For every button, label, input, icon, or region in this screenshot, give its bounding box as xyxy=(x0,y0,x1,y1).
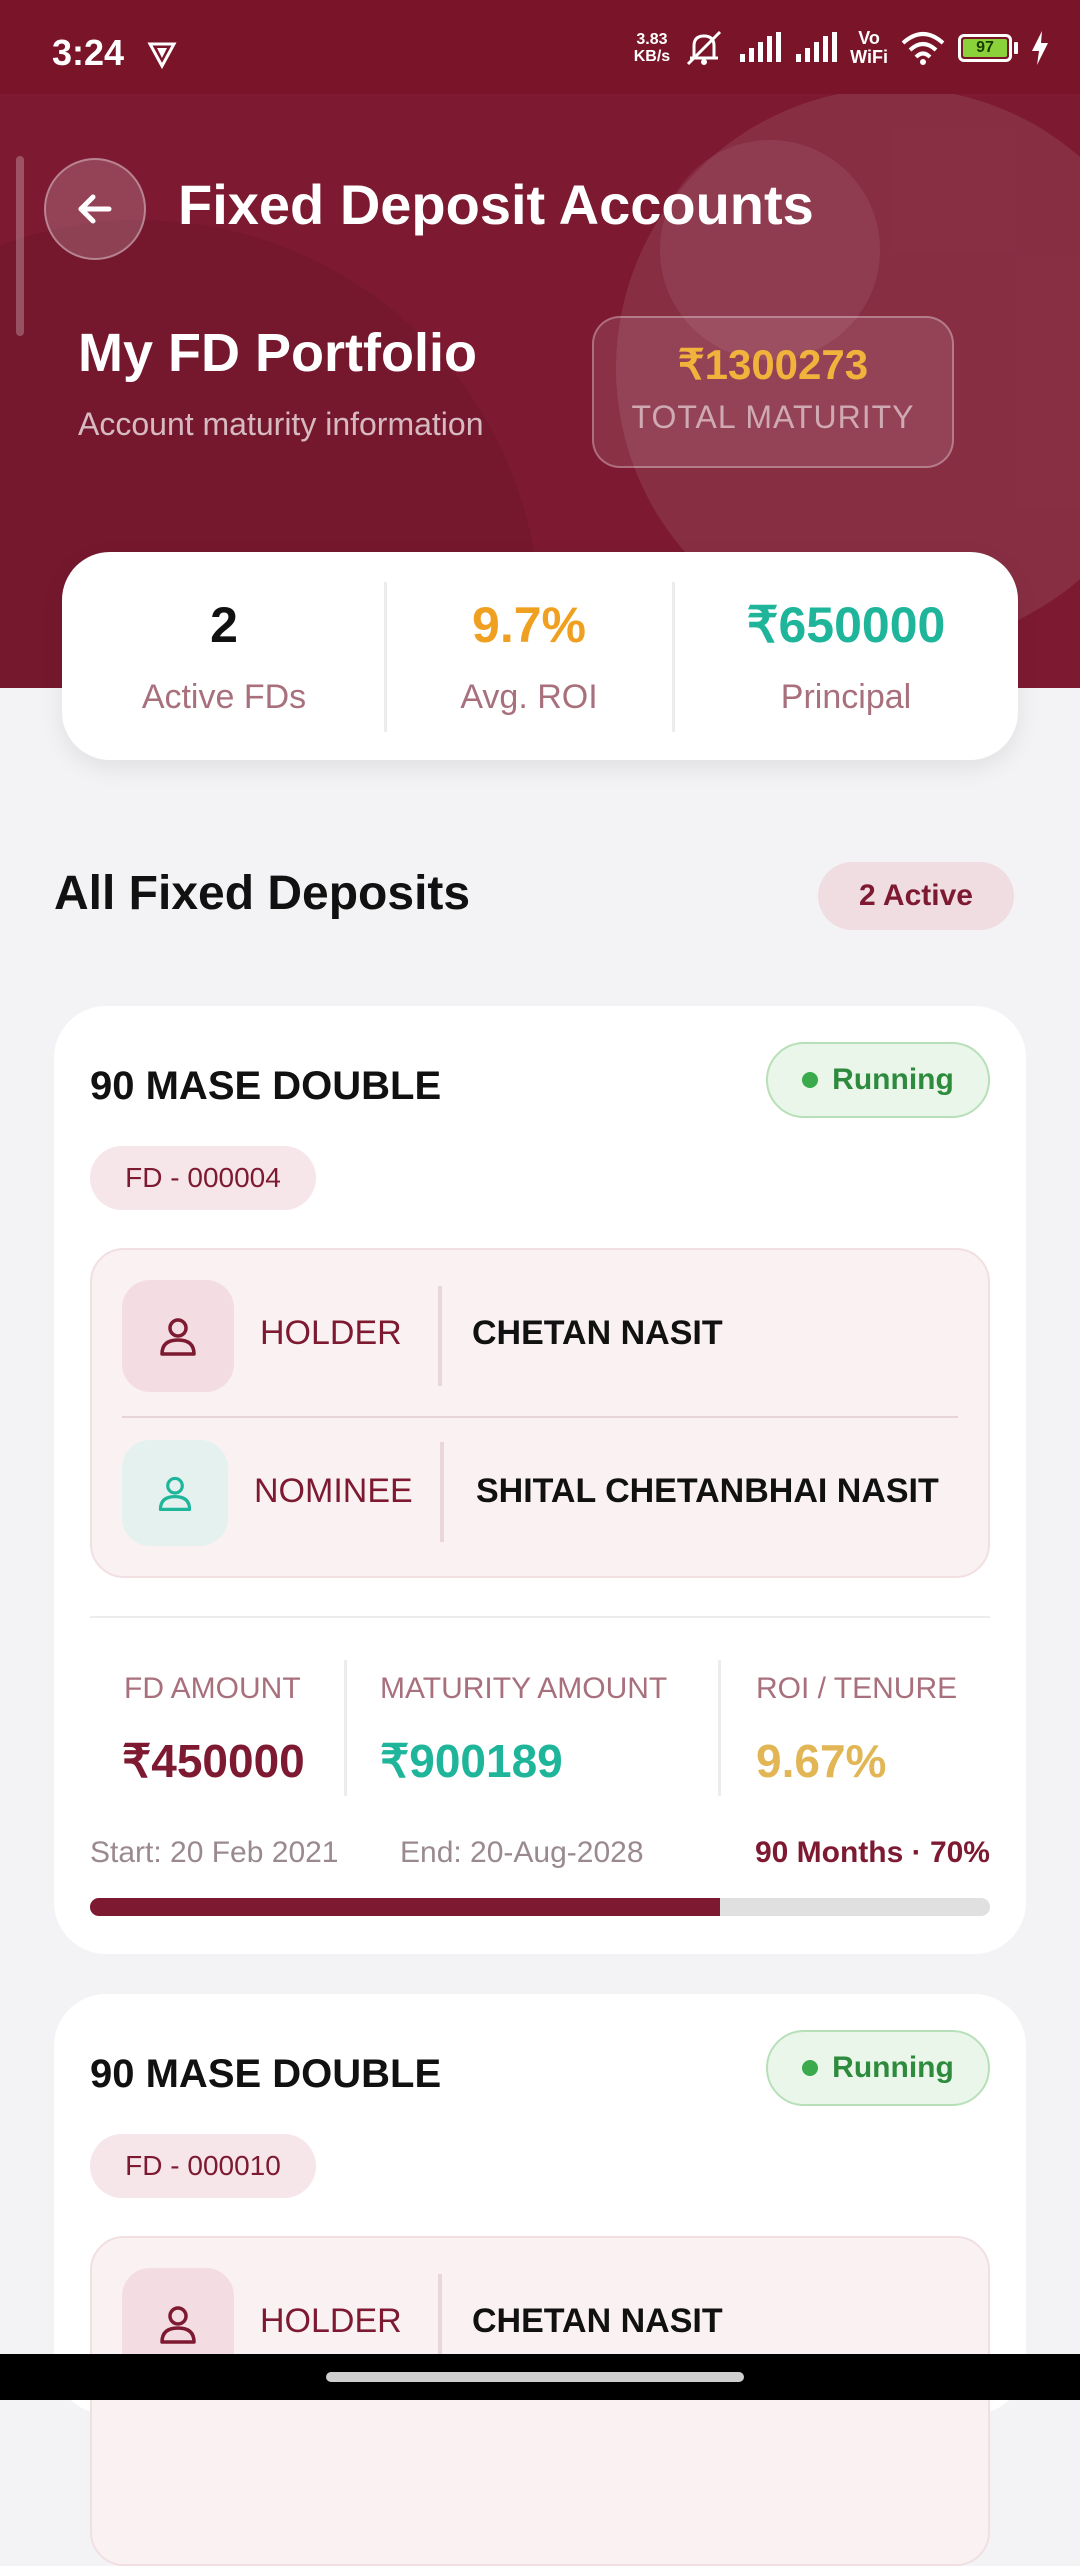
holder-label: HOLDER xyxy=(260,2302,402,2340)
nominee-name: SHITAL CHETANBHAI NASIT xyxy=(476,1472,939,1510)
portfolio-title: My FD Portfolio xyxy=(78,323,477,383)
status-dot xyxy=(802,1072,819,1088)
net-speed: 3.83 KB/s xyxy=(634,31,670,65)
nominee-label: NOMINEE xyxy=(254,1472,413,1510)
maturity-amount-value: ₹900189 xyxy=(380,1735,563,1787)
roi-tenure-label: ROI / TENURE xyxy=(756,1672,958,1705)
stat-avg-roi: 9.7% Avg. ROI xyxy=(386,552,672,760)
status-bar: 3:24 3.83 KB/s Vo WiFi 97 xyxy=(0,0,1080,94)
vowifi-top: Vo xyxy=(858,28,880,48)
holder-name: CHETAN NASIT xyxy=(472,1314,723,1352)
stat-principal-label: Principal xyxy=(780,678,912,716)
nominee-icon-box xyxy=(122,1440,228,1546)
holder-divider xyxy=(438,1286,442,1386)
vowifi-bottom: WiFi xyxy=(850,47,888,67)
people-box: HOLDER CHETAN NASIT NOMINEE SHITAL CHETA… xyxy=(90,1248,990,1578)
person-icon xyxy=(158,1476,192,1511)
status-dot xyxy=(802,2060,819,2076)
net-speed-unit: KB/s xyxy=(633,48,671,65)
fd-id-badge: FD - 000004 xyxy=(90,1146,316,1210)
stat-active-label: Active FDs xyxy=(141,678,307,716)
shield-icon xyxy=(147,42,177,70)
maturity-progress-fill xyxy=(90,1898,720,1916)
amount-divider xyxy=(718,1660,721,1796)
total-maturity-card: ₹1300273 TOTAL MATURITY xyxy=(592,316,954,468)
wifi-icon xyxy=(901,32,945,65)
people-box: HOLDER CHETAN NASIT xyxy=(90,2236,990,2566)
stat-principal: ₹650000 Principal xyxy=(674,552,1018,760)
battery-nub xyxy=(1014,42,1018,54)
fd-id-badge: FD - 000010 xyxy=(90,2134,316,2198)
amount-divider xyxy=(344,1660,347,1796)
nominee-divider xyxy=(440,1442,444,1542)
total-maturity-label: TOTAL MATURITY xyxy=(631,399,915,435)
stat-roi-label: Avg. ROI xyxy=(460,678,598,716)
battery-icon: 97 xyxy=(958,34,1018,62)
home-gesture-handle[interactable] xyxy=(326,2372,744,2382)
mute-bell-icon xyxy=(687,30,722,66)
portfolio-subtitle: Account maturity information xyxy=(78,406,484,442)
stat-active-fds: 2 Active FDs xyxy=(62,552,386,760)
tenure-progress-text: 90 Months · 70% xyxy=(754,1836,990,1869)
arrow-left-icon xyxy=(78,194,112,224)
end-date: End: 20-Aug-2028 xyxy=(400,1836,644,1869)
stat-principal-value: ₹650000 xyxy=(746,597,946,653)
status-time: 3:24 xyxy=(52,32,125,73)
page-title: Fixed Deposit Accounts xyxy=(178,173,814,236)
signal-icon xyxy=(740,32,782,62)
stat-roi-value: 9.7% xyxy=(472,597,586,653)
maturity-progress-bar xyxy=(90,1898,990,1916)
start-date: Start: 20 Feb 2021 xyxy=(90,1836,339,1869)
holder-label: HOLDER xyxy=(260,1314,402,1352)
section-title: All Fixed Deposits xyxy=(54,867,471,920)
holder-icon-box xyxy=(122,1280,234,1392)
fd-amount-label: FD AMOUNT xyxy=(124,1672,301,1705)
maturity-amount-label: MATURITY AMOUNT xyxy=(380,1672,668,1705)
fd-amount-value: ₹450000 xyxy=(122,1735,305,1787)
status-icons: 3.83 KB/s Vo WiFi 97 xyxy=(634,26,1050,70)
row-divider xyxy=(122,1416,958,1418)
active-count-badge: 2 Active xyxy=(818,862,1014,930)
roi-value: 9.67% xyxy=(756,1735,887,1787)
status-label: Running xyxy=(832,1063,954,1096)
net-speed-value: 3.83 xyxy=(636,31,668,48)
status-badge: Running xyxy=(766,2030,990,2106)
signal-icon xyxy=(796,32,838,62)
stats-card: 2 Active FDs 9.7% Avg. ROI ₹650000 Princ… xyxy=(62,552,1018,760)
battery-level: 97 xyxy=(963,39,1007,57)
stat-active-value: 2 xyxy=(210,597,238,653)
card-divider xyxy=(90,1616,990,1618)
holder-name: CHETAN NASIT xyxy=(472,2302,723,2340)
battery-body: 97 xyxy=(958,34,1012,62)
system-nav-bar xyxy=(0,2354,1080,2400)
fd-card[interactable]: 90 MASE DOUBLE Running FD - 000010 HOLDE… xyxy=(54,1994,1026,2566)
person-icon xyxy=(160,2306,196,2344)
fd-name: 90 MASE DOUBLE xyxy=(90,1064,442,1108)
person-icon xyxy=(160,1318,196,1356)
total-maturity-value: ₹1300273 xyxy=(677,341,869,388)
fd-name: 90 MASE DOUBLE xyxy=(90,2052,442,2096)
back-button[interactable] xyxy=(44,158,146,260)
status-badge: Running xyxy=(766,1042,990,1118)
scroll-indicator xyxy=(16,156,24,336)
charging-bolt-icon xyxy=(1032,31,1048,65)
fd-card[interactable]: 90 MASE DOUBLE Running FD - 000004 HOLDE… xyxy=(54,1006,1026,1954)
vowifi-label: Vo WiFi xyxy=(850,29,888,67)
status-label: Running xyxy=(832,2051,954,2084)
